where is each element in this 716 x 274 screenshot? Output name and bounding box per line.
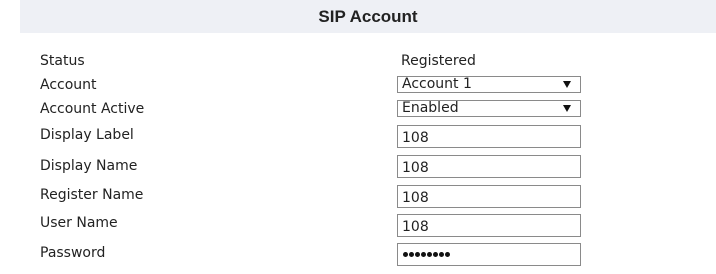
display-name-label: Display Name [40,158,138,174]
account-active-select[interactable]: Enabled [397,100,581,117]
password-input[interactable] [397,243,581,266]
account-select-value: Account 1 [402,76,472,92]
display-name-input[interactable]: 108 [397,155,581,178]
register-name-value: 108 [402,190,429,206]
user-name-label: User Name [40,215,118,231]
password-dot [439,252,444,257]
register-name-label: Register Name [40,187,144,203]
page-title: SIP Account [318,6,418,26]
password-dot [409,252,414,257]
account-select[interactable]: Account 1 [397,76,581,93]
password-dot [445,252,450,257]
display-label-input[interactable]: 108 [397,125,581,148]
register-name-input[interactable]: 108 [397,185,581,208]
password-dots [403,252,450,257]
sip-account-header: SIP Account [20,0,716,33]
password-dot [433,252,438,257]
chevron-down-icon[interactable] [563,105,571,112]
status-value: Registered [401,53,476,69]
password-dot [415,252,420,257]
display-name-value: 108 [402,160,429,176]
user-name-value: 108 [402,219,429,235]
account-active-label: Account Active [40,101,145,117]
sip-account-panel: SIP Account Status Registered Account Ac… [0,0,716,274]
password-label: Password [40,245,106,261]
display-label-label: Display Label [40,127,134,143]
password-dot [403,252,408,257]
account-active-select-value: Enabled [402,100,459,116]
password-dot [421,252,426,257]
status-label: Status [40,53,85,69]
chevron-down-icon[interactable] [563,81,571,88]
user-name-input[interactable]: 108 [397,214,581,237]
password-dot [427,252,432,257]
account-label: Account [40,77,97,93]
display-label-value: 108 [402,130,429,146]
